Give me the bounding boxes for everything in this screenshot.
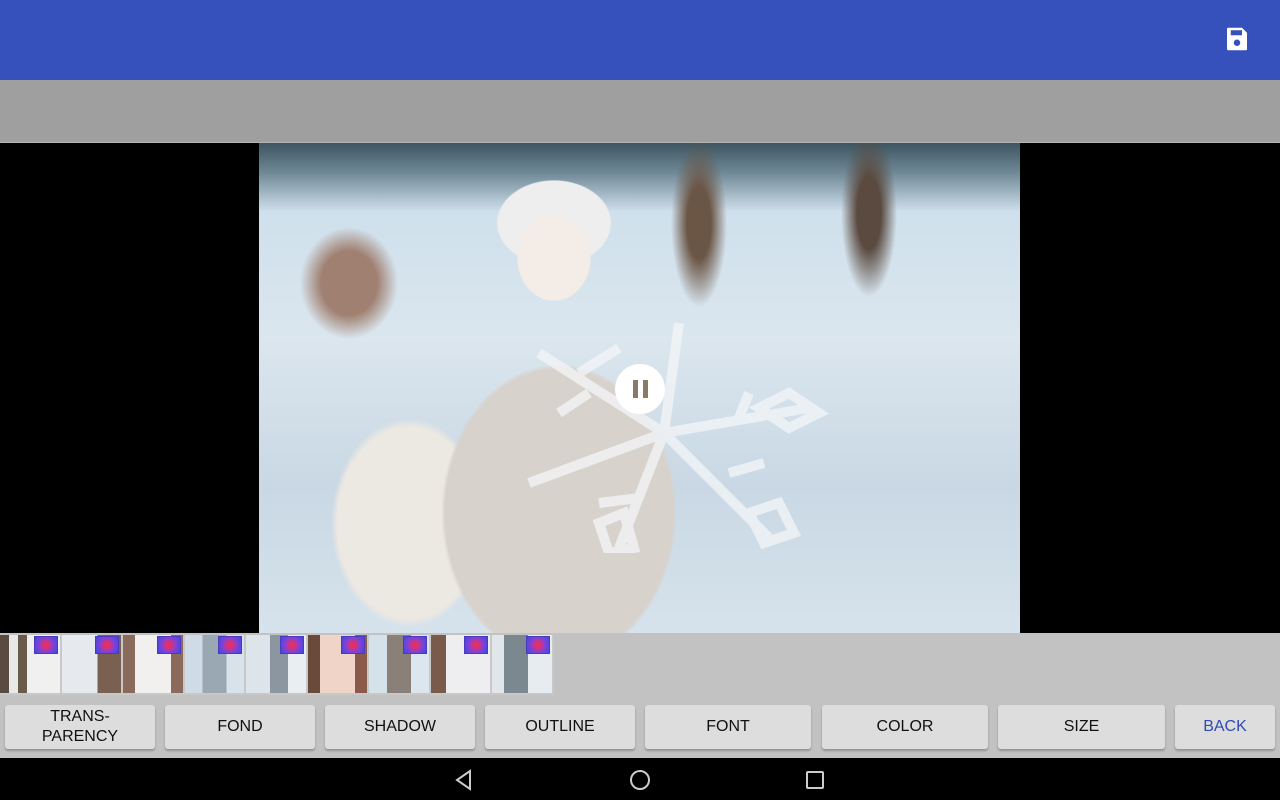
- thumbnail[interactable]: [184, 635, 246, 693]
- thumbnail[interactable]: [61, 635, 123, 693]
- pause-icon-bar-left: [632, 380, 638, 398]
- preview-canvas: [0, 143, 1280, 633]
- fond-button[interactable]: FOND: [165, 705, 315, 749]
- recents-icon[interactable]: [803, 768, 827, 792]
- effect-badge-icon: [402, 636, 427, 654]
- home-icon[interactable]: [628, 768, 652, 792]
- color-button[interactable]: COLOR: [822, 705, 988, 749]
- effect-badge-icon: [279, 636, 304, 654]
- effect-badge-icon: [525, 636, 550, 654]
- system-navigation-bar: [0, 758, 1280, 800]
- effect-badge-icon: [464, 636, 488, 654]
- transparency-label-line2: PARENCY: [41, 728, 119, 745]
- effect-badge-icon: [95, 636, 119, 654]
- thumbnail-strip: [0, 633, 1280, 695]
- options-panel: [0, 80, 1280, 143]
- outline-button[interactable]: OUTLINE: [485, 705, 635, 749]
- thumbnail[interactable]: [123, 635, 185, 693]
- effect-badge-icon: [33, 636, 58, 654]
- edit-toolbar: TRANS- PARENCY FOND SHADOW OUTLINE FONT …: [0, 695, 1280, 758]
- save-icon: [1227, 27, 1247, 51]
- effect-badge-icon: [156, 636, 181, 654]
- thumbnail[interactable]: [0, 635, 62, 693]
- size-button[interactable]: SIZE: [998, 705, 1165, 749]
- snowflake-sticker[interactable]: [499, 313, 829, 553]
- back-button[interactable]: BACK: [1175, 705, 1275, 749]
- thumbnail[interactable]: [307, 635, 369, 693]
- preview-photo[interactable]: [259, 143, 1020, 633]
- thumbnail-list[interactable]: [0, 635, 554, 695]
- thumbnail[interactable]: [492, 635, 554, 693]
- font-button[interactable]: FONT: [645, 705, 811, 749]
- effect-badge-icon: [341, 636, 365, 654]
- pause-button[interactable]: [615, 364, 665, 414]
- thumbnail[interactable]: [369, 635, 431, 693]
- transparency-label-line1: TRANS-: [50, 708, 110, 725]
- thumbnail[interactable]: [430, 635, 492, 693]
- effect-badge-icon: [218, 636, 242, 654]
- save-button[interactable]: [1222, 24, 1252, 54]
- thumbnail[interactable]: [246, 635, 308, 693]
- transparency-button[interactable]: TRANS- PARENCY: [5, 705, 155, 749]
- shadow-button[interactable]: SHADOW: [325, 705, 475, 749]
- pause-icon-bar-right: [642, 380, 648, 398]
- back-icon[interactable]: [452, 768, 476, 792]
- app-bar: [0, 0, 1280, 80]
